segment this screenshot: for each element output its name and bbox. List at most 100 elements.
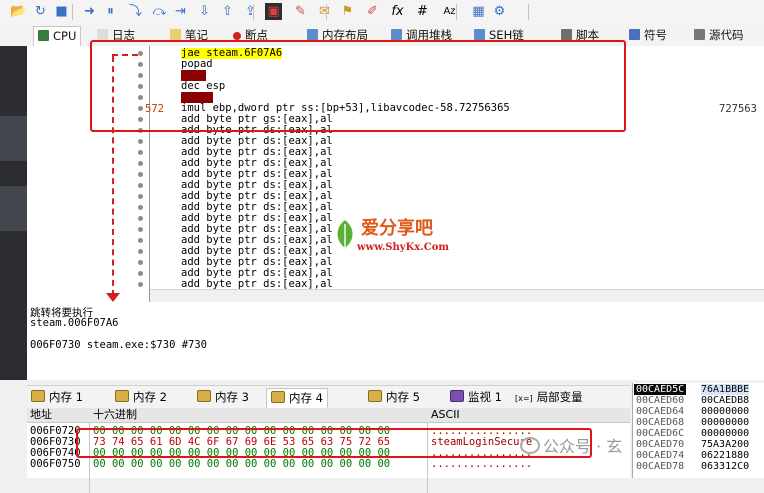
restart-icon[interactable]: ↻ <box>32 3 49 20</box>
tab-symbols[interactable]: 符号 <box>629 26 667 45</box>
memory-map-icon <box>307 29 318 40</box>
breakpoint-dot[interactable] <box>138 282 143 287</box>
stack-value: 00000000 <box>701 428 750 439</box>
stack-row[interactable]: 00CAED5C 76A1BBBE <box>633 384 764 395</box>
stack-row[interactable]: 00CAED74 06221880 <box>633 450 764 461</box>
step-over-icon[interactable]: ⤼ <box>151 3 168 20</box>
settings-icon[interactable]: ⚙ <box>491 3 508 20</box>
tab-source[interactable]: 源代码 <box>694 26 744 45</box>
ascii-column-header: ASCII <box>431 408 460 421</box>
hex-column-header: 十六进制 <box>93 408 137 421</box>
leaf-logo-icon <box>337 220 353 250</box>
notes-icon <box>170 29 181 40</box>
breakpoint-dot[interactable] <box>138 161 143 166</box>
memory-tab-6[interactable]: 监视 1 <box>450 388 502 407</box>
memory-tab-2[interactable]: 内存 2 <box>115 388 167 407</box>
run-to-user-code-icon[interactable]: ⇪ <box>242 3 259 20</box>
run-icon[interactable]: ➜ <box>81 3 98 20</box>
breakpoint-dot[interactable] <box>138 205 143 210</box>
toolbar: 📂 ↻ ■ ➜ ⏸ ⤵ ⤼ ⇥ ⇩ ⇧ ⇪ ▣ ✎ ✉ ⚑ ✐ fx # Az ▦ ⚙ <box>0 0 764 25</box>
breakpoint-dot[interactable] <box>138 238 143 243</box>
breakpoint-dot[interactable] <box>138 216 143 221</box>
instruction-line[interactable]: add byte ptr ds:[eax],al <box>181 279 333 290</box>
label-icon[interactable]: ⚑ <box>339 3 356 20</box>
breakpoint-dot[interactable] <box>138 249 143 254</box>
annotation-box-instructions <box>90 40 626 132</box>
patch-icon[interactable]: ✎ <box>292 3 309 20</box>
breakpoint-dot[interactable] <box>138 271 143 276</box>
memory-chip-icon <box>197 390 211 402</box>
breakpoint-dot[interactable] <box>138 139 143 144</box>
site-watermark: 爱分享吧 www.ShyKx.Com <box>333 212 463 262</box>
stop-icon[interactable]: ■ <box>53 3 70 20</box>
stack-row[interactable]: 00CAED6C 00000000 <box>633 428 764 439</box>
memory-chip-icon <box>115 390 129 402</box>
step-over-trace-icon[interactable]: ⇩ <box>196 3 213 20</box>
tab-label: 符号 <box>644 28 667 42</box>
memory-tab-5[interactable]: 内存 5 <box>368 388 420 407</box>
memory-tab-1[interactable]: 内存 1 <box>31 388 83 407</box>
breakpoint-dot[interactable] <box>138 194 143 199</box>
stack-row[interactable]: 00CAED64 00000000 <box>633 406 764 417</box>
memory-ascii: ................ <box>431 458 533 470</box>
memory-chip-icon <box>271 391 285 403</box>
pause-icon[interactable]: ⏸ <box>102 3 119 20</box>
wechat-text: 公众号 · 玄 <box>543 437 623 456</box>
stack-address: 00CAED6C <box>636 428 685 439</box>
watch-icon <box>450 390 464 402</box>
bookmark-icon[interactable]: ✐ <box>364 3 381 20</box>
memory-tab-label: 内存 4 <box>289 391 323 405</box>
breakpoint-dot[interactable] <box>138 227 143 232</box>
script-icon <box>561 29 572 40</box>
arrow-top-segment <box>112 54 138 56</box>
stack-address: 00CAED5C <box>634 384 687 395</box>
toolbar-separator <box>253 4 254 20</box>
stack-value: 00000000 <box>701 406 750 417</box>
stack-value: 06221880 <box>701 450 750 461</box>
jump-target-text: steam.006F07A6 <box>30 317 119 329</box>
trace-animate-icon[interactable]: ▣ <box>265 3 282 20</box>
stack-row[interactable]: 00CAED78 063312C0 <box>633 461 764 472</box>
memory-row[interactable]: 006F0750 00 00 00 00 00 00 00 00 00 00 00… <box>27 458 630 470</box>
step-into-icon[interactable]: ⤵ <box>127 3 144 20</box>
comment-icon[interactable]: ✉ <box>316 3 333 20</box>
source-icon <box>694 29 705 40</box>
stack-pane[interactable]: 00CAED5C 76A1BBBE 00CAED60 00CAEDB8 00CAED64… <box>632 383 764 478</box>
breakpoint-dot[interactable] <box>138 260 143 265</box>
breakpoint-dot[interactable] <box>138 150 143 155</box>
stack-address: 00CAED74 <box>636 450 685 461</box>
hash-icon[interactable]: # <box>414 3 431 20</box>
step-into-trace-icon[interactable]: ⇥ <box>172 3 189 20</box>
function-icon[interactable]: fx <box>389 3 406 20</box>
breakpoint-dot[interactable] <box>138 183 143 188</box>
stack-address: 00CAED70 <box>636 439 685 450</box>
calculator-icon[interactable]: ▦ <box>470 3 487 20</box>
tab-cpu[interactable]: CPU <box>33 26 82 46</box>
watermark-site-name: 爱分享吧 <box>361 218 433 239</box>
toolbar-separator <box>326 4 327 20</box>
memory-tab-3[interactable]: 内存 3 <box>197 388 249 407</box>
tab-label: CPU <box>53 29 77 43</box>
stack-row[interactable]: 00CAED70 75A3A200 <box>633 439 764 450</box>
disassembly-hscrollbar[interactable] <box>150 289 764 303</box>
strip-block <box>0 116 27 161</box>
memory-tab-7[interactable]: [x=] 局部变量 <box>515 388 583 407</box>
wechat-icon <box>520 437 540 454</box>
stack-row[interactable]: 00CAED60 00CAEDB8 <box>633 395 764 406</box>
open-icon[interactable]: 📂 <box>10 3 27 20</box>
watermark-site-url: www.ShyKx.Com <box>357 242 449 253</box>
toolbar-separator <box>456 4 457 20</box>
stack-row[interactable]: 00CAED68 00000000 <box>633 417 764 428</box>
stack-value: 00CAEDB8 <box>701 395 750 406</box>
breakpoint-dot[interactable] <box>138 172 143 177</box>
current-address-text: 006F0730 steam.exe:$730 #730 <box>30 339 208 351</box>
stack-value: 75A3A200 <box>701 439 750 450</box>
execute-till-return-icon[interactable]: ⇧ <box>219 3 236 20</box>
memory-address: 006F0750 <box>30 458 81 470</box>
strip-block <box>0 186 27 231</box>
memory-chip-icon <box>31 390 45 402</box>
memory-tab-label: 内存 5 <box>386 390 420 404</box>
memory-tab-4[interactable]: 内存 4 <box>266 388 328 408</box>
stack-address: 00CAED68 <box>636 417 685 428</box>
symbols-icon <box>629 29 640 40</box>
